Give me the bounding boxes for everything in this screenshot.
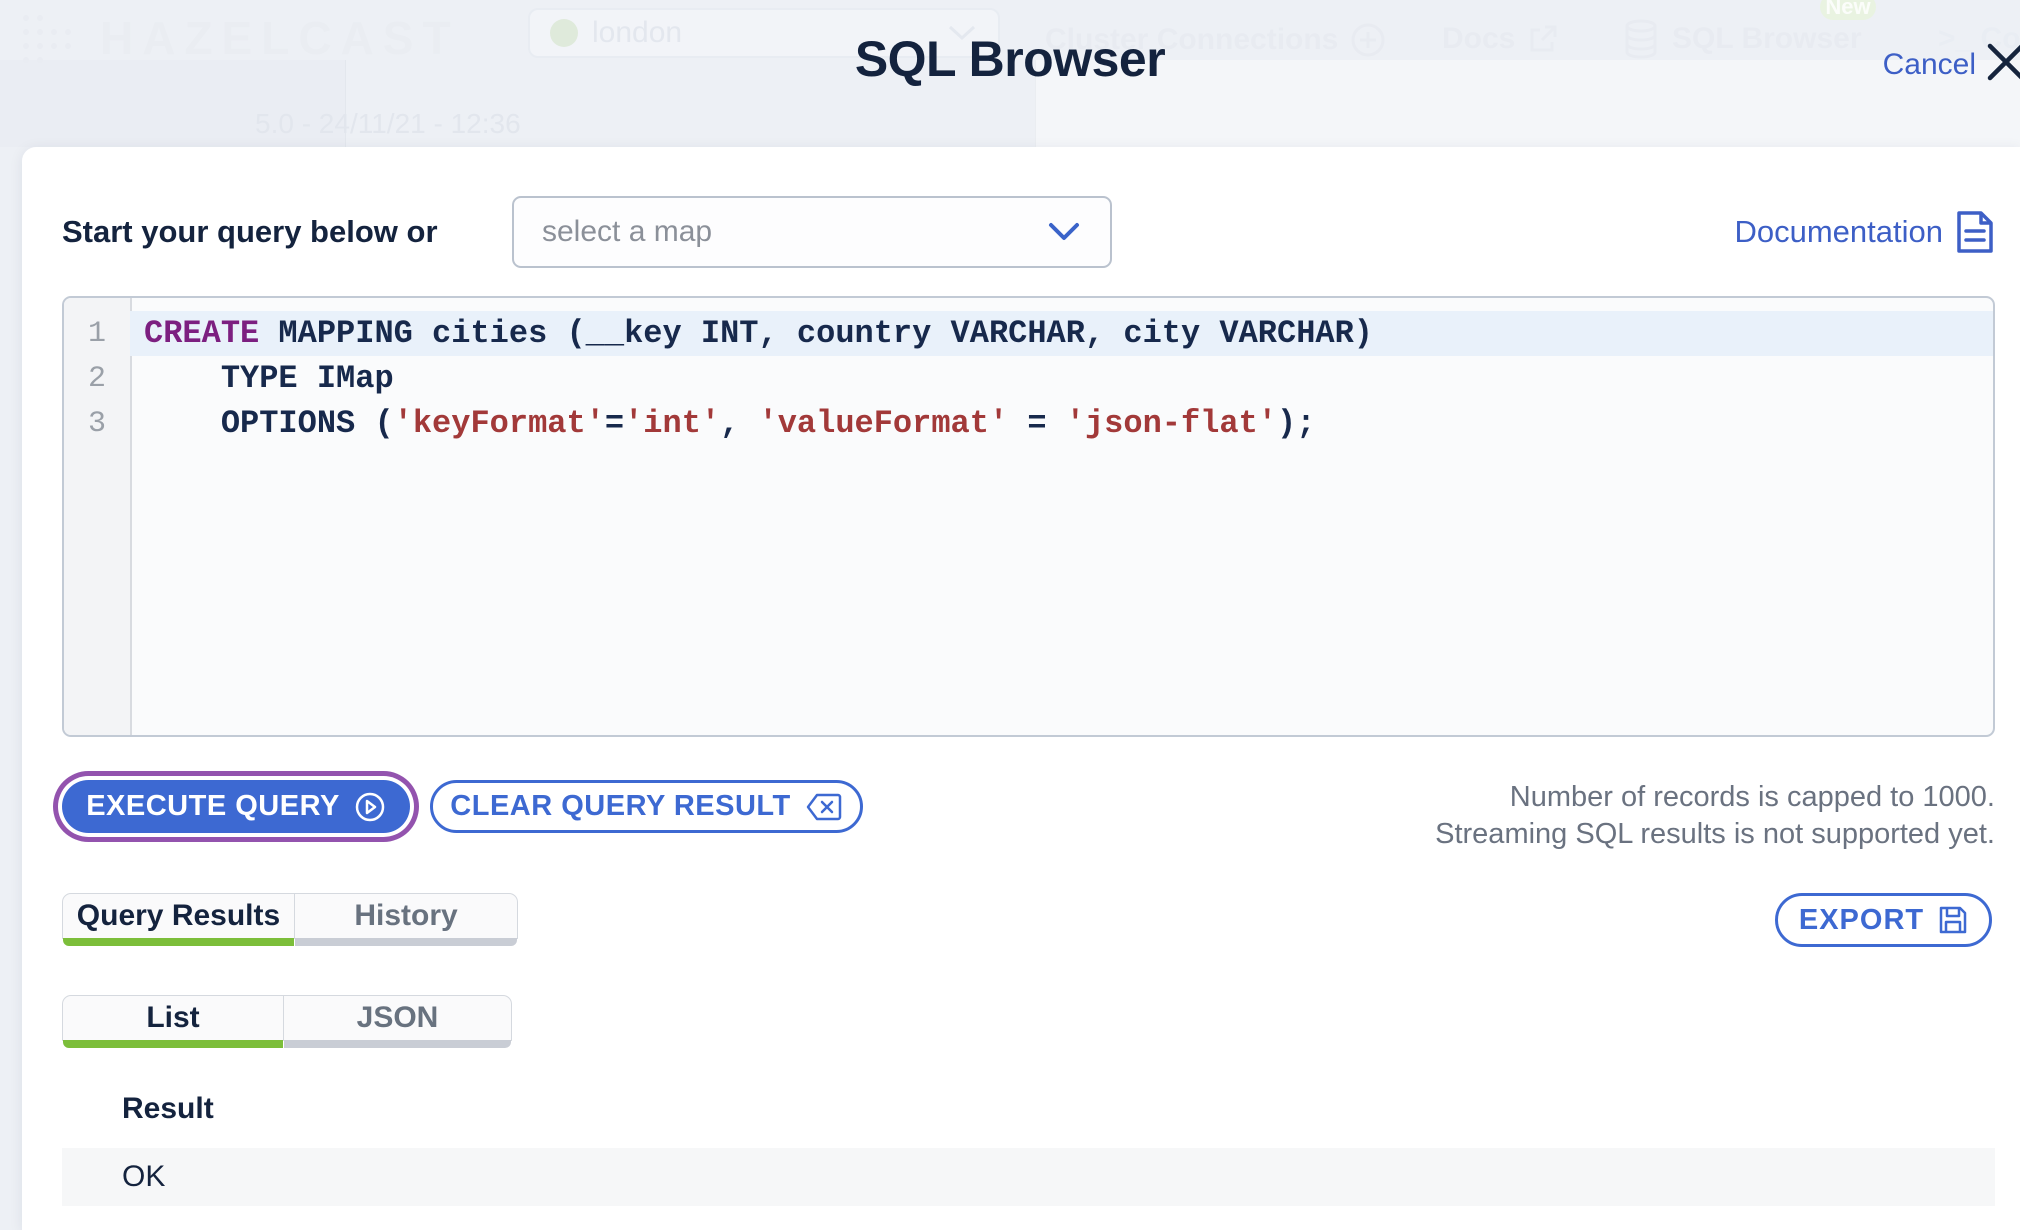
result-row: OK — [62, 1148, 1995, 1206]
code-line: 3 OPTIONS ('keyFormat'='int', 'valueForm… — [64, 401, 1993, 446]
records-note-line1: Number of records is capped to 1000. — [1509, 781, 1995, 813]
cluster-version-text: 5.0 - 24/11/21 - 12:36 — [255, 108, 521, 139]
documentation-label: Documentation — [1734, 214, 1943, 249]
editor-lines: 1 CREATE MAPPING cities (__key INT, count… — [64, 311, 1993, 446]
tab-active-bar — [284, 1040, 511, 1048]
tab-query-results[interactable]: Query Results — [62, 893, 295, 946]
close-icon[interactable] — [1982, 38, 2020, 86]
documentation-link[interactable]: Documentation — [1734, 196, 1995, 268]
document-icon — [1955, 209, 1995, 255]
tab-list[interactable]: List — [62, 995, 284, 1048]
map-select[interactable]: select a map — [512, 196, 1112, 268]
tab-query-results-label: Query Results — [76, 899, 281, 932]
export-label: EXPORT — [1798, 903, 1925, 936]
result-column-header: Result — [122, 1092, 214, 1125]
view-tab-group: List JSON — [62, 995, 512, 1048]
clear-query-result-button[interactable]: CLEAR QUERY RESULT — [430, 780, 863, 833]
chevron-down-icon — [1046, 220, 1082, 244]
execute-query-button[interactable]: EXECUTE QUERY — [62, 780, 410, 833]
play-circle-icon — [354, 791, 386, 823]
tab-history-label: History — [354, 899, 458, 932]
code-line: 1 CREATE MAPPING cities (__key INT, count… — [64, 311, 1993, 356]
tab-history[interactable]: History — [295, 893, 518, 946]
sql-editor[interactable]: 1 CREATE MAPPING cities (__key INT, count… — [62, 296, 1995, 737]
records-note-line2: Streaming SQL results is not supported y… — [1435, 818, 1995, 850]
tab-active-bar — [63, 1040, 283, 1048]
query-prompt-label: Start your query below or — [62, 214, 438, 249]
page-title: SQL Browser — [854, 31, 1166, 87]
code-text: TYPE IMap — [144, 360, 394, 397]
sql-browser-panel: Start your query below or select a map D… — [22, 147, 2020, 1230]
tab-list-label: List — [146, 1001, 200, 1034]
save-icon — [1938, 905, 1968, 935]
clear-query-result-label: CLEAR QUERY RESULT — [450, 790, 791, 822]
export-button[interactable]: EXPORT — [1775, 893, 1992, 947]
results-tab-group: Query Results History — [62, 893, 518, 946]
line-number: 2 — [87, 361, 106, 396]
result-rows: OK — [62, 1148, 1995, 1206]
cancel-link[interactable]: Cancel — [1883, 48, 1976, 82]
tab-json-label: JSON — [356, 1001, 439, 1034]
execute-query-label: EXECUTE QUERY — [86, 790, 340, 822]
code-line: 2 TYPE IMap — [64, 356, 1993, 401]
map-select-placeholder: select a map — [542, 215, 713, 248]
tab-active-bar — [63, 938, 294, 946]
tab-json[interactable]: JSON — [284, 995, 512, 1048]
records-note: Number of records is capped to 1000. Str… — [1435, 779, 1995, 853]
new-badge: New — [1820, 0, 1876, 20]
tab-active-bar — [295, 938, 517, 946]
line-number: 1 — [87, 316, 106, 351]
line-number: 3 — [87, 406, 106, 441]
code-text: CREATE MAPPING cities (__key INT, countr… — [130, 311, 1993, 356]
code-text: OPTIONS ('keyFormat'='int', 'valueFormat… — [144, 405, 1316, 442]
backspace-icon — [805, 792, 843, 822]
